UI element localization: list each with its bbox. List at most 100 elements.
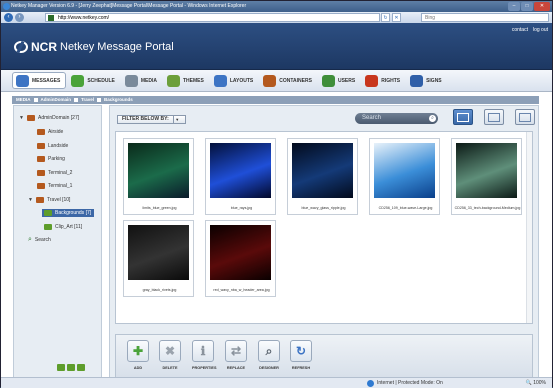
logout-link[interactable]: log out [533,27,548,33]
media-caption: blue_rays.jpg [230,206,253,210]
detail-view-icon [488,112,500,122]
media-preview-image [456,143,517,198]
tab-signs[interactable]: SIGNS [407,72,447,89]
tree-item-travel[interactable]: ▼ Travel [10] [28,197,70,203]
url-field[interactable]: http://www.netkey.com/ [45,13,380,22]
add-icon: ✚ [127,340,149,362]
thumbnail-view-button[interactable] [453,109,473,125]
window-title: Netkey Manager Version 6.9 - [Jerry Zeep… [11,3,247,9]
breadcrumb-item[interactable]: Backgrounds [104,96,133,104]
vertical-scrollbar[interactable] [526,132,532,323]
minimize-button[interactable]: – [508,2,520,11]
delete-icon: ✖ [159,340,181,362]
globe-icon [367,379,374,387]
tab-users[interactable]: USERS [319,72,360,89]
zoom-text: 100% [533,380,546,386]
filter-dropdown[interactable]: FILTER BELOW BY: ▼ [117,115,186,124]
refresh-page-icon[interactable]: ↻ [381,13,390,22]
media-caption: CD256_33_tech-background-Medium.jpg [454,206,521,210]
media-preview-image [128,143,189,198]
media-caption: blue_wavy_glass_ripple.jpg [301,206,346,210]
breadcrumb-item[interactable]: MEDIA [16,96,31,104]
media-preview-image [374,143,435,198]
media-preview-image [210,143,271,198]
list-view-button[interactable] [515,109,535,125]
tab-containers[interactable]: CONTAINERS [260,72,317,89]
schedule-icon [71,74,85,87]
media-caption: gray_black_rivets.jpg [142,288,177,292]
tree-item-label: Parking [48,156,65,162]
title-bar: Netkey Manager Version 6.9 - [Jerry Zeep… [1,1,552,12]
ncr-mark-icon [14,41,28,53]
tree-item-label: AdminDomain [27] [38,115,80,121]
media-thumbnail[interactable]: red_wavy_nba_w_header_area.jpg [205,220,276,297]
detail-view-button[interactable] [484,109,504,125]
properties-button[interactable]: ℹ PROPERTIES [192,340,217,370]
toolbar-label: PROPERTIES [192,366,217,370]
refresh-icon: ↻ [290,340,312,362]
properties-icon: ℹ [192,340,214,362]
brand-subtitle: Netkey Message Portal [60,41,174,53]
media-thumbnail[interactable]: CD256_33_tech-background-Medium.jpg [451,138,522,215]
tree-item-airside[interactable]: Airside [37,129,63,135]
media-search-input[interactable]: Search ⌕ [355,113,438,124]
tree-item-clip-art[interactable]: Clip_Art [11] [44,224,82,230]
tree-item-label: Airside [48,129,64,135]
media-thumbnail[interactable]: blue_rays.jpg [205,138,276,215]
search-placeholder: Search [362,115,382,121]
tab-themes[interactable]: THEMES [164,72,209,89]
url-text: http://www.netkey.com/ [58,15,110,21]
tree-item-label: Terminal_1 [48,183,73,189]
tree-item-parking[interactable]: Parking [37,156,65,162]
tree-item-admindomain[interactable]: ▼ AdminDomain [27] [19,115,79,121]
action-toolbar: ✚ ADD ✖ DELETE ℹ PROPERTIES ⇄ REPLACE ⌕ DESIGNER ↻… [115,334,533,378]
stop-icon[interactable]: ✕ [392,13,401,22]
folder-icon [37,129,45,135]
tab-label: CONTAINERS [279,77,312,84]
maximize-button[interactable]: □ [521,2,533,11]
toolbar-label: DELETE [162,366,178,370]
add-button[interactable]: ✚ ADD [127,340,149,370]
folder-icon [37,143,45,149]
tree-item-backgrounds[interactable]: Backgrounds [7] [42,209,95,217]
tab-schedule[interactable]: SCHEDULE [68,72,120,89]
tree-item-terminal-2[interactable]: Terminal_2 [37,170,72,176]
close-window-button[interactable]: ✕ [534,2,550,11]
media-panel: FILTER BELOW BY: ▼ Search ⌕ limits_blue_… [109,105,539,381]
replace-icon: ⇄ [225,340,247,362]
forward-icon[interactable]: › [15,13,24,22]
page-header: NCR Netkey Message Portal contact log ou… [1,23,552,70]
tab-rights[interactable]: RIGHTS [362,72,405,89]
tab-media[interactable]: MEDIA [122,72,162,89]
breadcrumb: MEDIA AdminDomain Travel Backgrounds [12,96,539,104]
media-thumbnail[interactable]: blue_wavy_glass_ripple.jpg [287,138,358,215]
tab-messages[interactable]: MESSAGES [12,72,67,89]
media-preview-image [292,143,353,198]
media-thumbnail[interactable]: limits_blue_green.jpg [123,138,194,215]
media-thumbnail[interactable]: CD256_109_blue-wave-Large.jpg [369,138,440,215]
contact-link[interactable]: contact [512,27,528,33]
tab-label: THEMES [182,77,204,84]
search-icon[interactable]: ⌕ [429,115,436,122]
tree-item-terminal-1[interactable]: Terminal_1 [37,183,72,189]
tree-item-search[interactable]: ⌕ Search [28,236,51,244]
tab-layouts[interactable]: LAYOUTS [211,72,258,89]
signs-icon [410,74,424,87]
folder-delete-icon[interactable] [77,364,85,371]
expand-icon[interactable]: ▼ [19,115,24,121]
breadcrumb-item[interactable]: AdminDomain [41,96,72,104]
expand-icon[interactable]: ▼ [28,197,33,203]
media-thumbnail[interactable]: gray_black_rivets.jpg [123,220,194,297]
folder-edit-icon[interactable] [67,364,75,371]
folder-icon [37,170,45,176]
delete-button[interactable]: ✖ DELETE [159,340,181,370]
replace-button[interactable]: ⇄ REPLACE [225,340,247,370]
designer-button[interactable]: ⌕ DESIGNER [258,340,280,370]
back-icon[interactable]: ‹ [4,13,13,22]
tree-item-label: Travel [10] [47,197,71,203]
browser-search-input[interactable]: Bing [421,13,549,22]
breadcrumb-item[interactable]: Travel [81,96,94,104]
folder-add-icon[interactable] [57,364,65,371]
tree-item-landside[interactable]: Landside [37,143,68,149]
refresh-button[interactable]: ↻ REFRESH [290,340,312,370]
